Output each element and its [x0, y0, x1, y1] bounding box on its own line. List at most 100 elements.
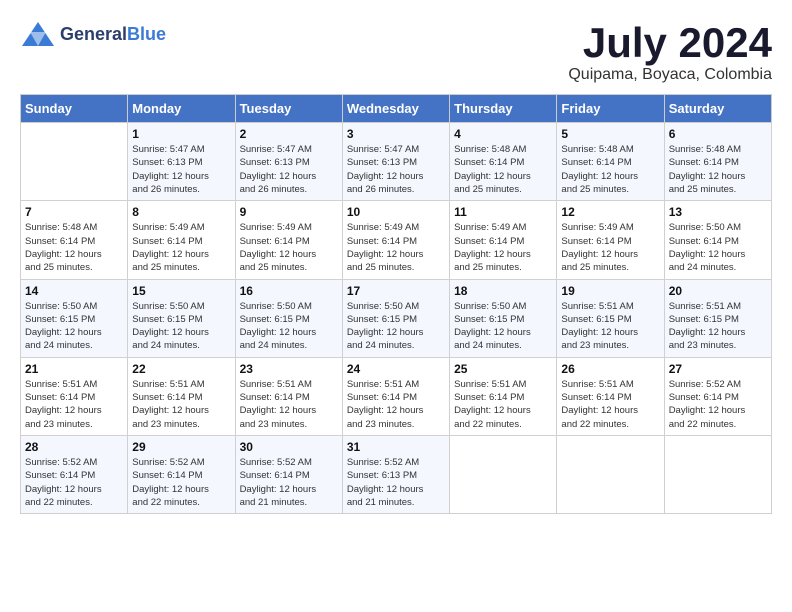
day-number: 30	[240, 440, 338, 454]
page-header: GeneralBlue July 2024 Quipama, Boyaca, C…	[20, 20, 772, 84]
calendar-day-cell: 28 Sunrise: 5:52 AM Sunset: 6:14 PM Dayli…	[21, 435, 128, 513]
calendar-day-cell: 16 Sunrise: 5:50 AM Sunset: 6:15 PM Dayli…	[235, 279, 342, 357]
day-info: Sunrise: 5:47 AM Sunset: 6:13 PM Dayligh…	[240, 143, 338, 196]
header-monday: Monday	[128, 95, 235, 123]
calendar-day-cell: 22Sunrise: 5:51 AM Sunset: 6:14 PM Dayli…	[128, 357, 235, 435]
calendar-week-row: 28 Sunrise: 5:52 AM Sunset: 6:14 PM Dayli…	[21, 435, 772, 513]
calendar-day-cell	[664, 435, 771, 513]
day-info: Sunrise: 5:51 AM Sunset: 6:14 PM Dayligh…	[25, 378, 123, 431]
day-info: Sunrise: 5:49 AM Sunset: 6:14 PM Dayligh…	[561, 221, 659, 274]
logo-general: General	[60, 24, 127, 44]
day-number: 11	[454, 205, 552, 219]
day-number: 15	[132, 284, 230, 298]
calendar-day-cell: 14Sunrise: 5:50 AM Sunset: 6:15 PM Dayli…	[21, 279, 128, 357]
day-info: Sunrise: 5:48 AM Sunset: 6:14 PM Dayligh…	[561, 143, 659, 196]
day-info: Sunrise: 5:52 AM Sunset: 6:14 PM Dayligh…	[669, 378, 767, 431]
calendar-day-cell: 20 Sunrise: 5:51 AM Sunset: 6:15 PM Dayli…	[664, 279, 771, 357]
calendar-header-row: Sunday Monday Tuesday Wednesday Thursday…	[21, 95, 772, 123]
day-info: Sunrise: 5:51 AM Sunset: 6:15 PM Dayligh…	[561, 300, 659, 353]
day-info: Sunrise: 5:50 AM Sunset: 6:15 PM Dayligh…	[240, 300, 338, 353]
day-number: 22	[132, 362, 230, 376]
day-number: 29	[132, 440, 230, 454]
calendar-day-cell: 4Sunrise: 5:48 AM Sunset: 6:14 PM Daylig…	[450, 123, 557, 201]
day-info: Sunrise: 5:52 AM Sunset: 6:14 PM Dayligh…	[25, 456, 123, 509]
day-info: Sunrise: 5:50 AM Sunset: 6:15 PM Dayligh…	[347, 300, 445, 353]
day-info: Sunrise: 5:50 AM Sunset: 6:15 PM Dayligh…	[454, 300, 552, 353]
calendar-day-cell: 15 Sunrise: 5:50 AM Sunset: 6:15 PM Dayli…	[128, 279, 235, 357]
day-number: 23	[240, 362, 338, 376]
day-number: 31	[347, 440, 445, 454]
day-info: Sunrise: 5:49 AM Sunset: 6:14 PM Dayligh…	[240, 221, 338, 274]
calendar-day-cell: 18Sunrise: 5:50 AM Sunset: 6:15 PM Dayli…	[450, 279, 557, 357]
day-info: Sunrise: 5:49 AM Sunset: 6:14 PM Dayligh…	[347, 221, 445, 274]
calendar-day-cell: 21 Sunrise: 5:51 AM Sunset: 6:14 PM Dayli…	[21, 357, 128, 435]
header-saturday: Saturday	[664, 95, 771, 123]
calendar-day-cell: 31 Sunrise: 5:52 AM Sunset: 6:13 PM Dayli…	[342, 435, 449, 513]
day-number: 1	[132, 127, 230, 141]
calendar-week-row: 21 Sunrise: 5:51 AM Sunset: 6:14 PM Dayli…	[21, 357, 772, 435]
calendar-day-cell: 25Sunrise: 5:51 AM Sunset: 6:14 PM Dayli…	[450, 357, 557, 435]
calendar-day-cell: 11 Sunrise: 5:49 AM Sunset: 6:14 PM Dayli…	[450, 201, 557, 279]
calendar-day-cell: 27 Sunrise: 5:52 AM Sunset: 6:14 PM Dayli…	[664, 357, 771, 435]
day-info: Sunrise: 5:49 AM Sunset: 6:14 PM Dayligh…	[454, 221, 552, 274]
calendar-day-cell: 19 Sunrise: 5:51 AM Sunset: 6:15 PM Dayli…	[557, 279, 664, 357]
calendar-day-cell: 24 Sunrise: 5:51 AM Sunset: 6:14 PM Dayli…	[342, 357, 449, 435]
day-info: Sunrise: 5:51 AM Sunset: 6:15 PM Dayligh…	[669, 300, 767, 353]
day-info: Sunrise: 5:51 AM Sunset: 6:14 PM Dayligh…	[240, 378, 338, 431]
day-number: 24	[347, 362, 445, 376]
calendar-day-cell: 7Sunrise: 5:48 AM Sunset: 6:14 PM Daylig…	[21, 201, 128, 279]
day-number: 27	[669, 362, 767, 376]
logo-icon	[20, 20, 56, 48]
day-number: 16	[240, 284, 338, 298]
day-number: 25	[454, 362, 552, 376]
calendar-day-cell: 3 Sunrise: 5:47 AM Sunset: 6:13 PM Daylig…	[342, 123, 449, 201]
calendar-day-cell	[21, 123, 128, 201]
calendar-day-cell	[450, 435, 557, 513]
day-info: Sunrise: 5:48 AM Sunset: 6:14 PM Dayligh…	[669, 143, 767, 196]
day-number: 20	[669, 284, 767, 298]
calendar-day-cell: 6Sunrise: 5:48 AM Sunset: 6:14 PM Daylig…	[664, 123, 771, 201]
day-number: 21	[25, 362, 123, 376]
day-number: 12	[561, 205, 659, 219]
day-info: Sunrise: 5:50 AM Sunset: 6:15 PM Dayligh…	[25, 300, 123, 353]
header-thursday: Thursday	[450, 95, 557, 123]
day-number: 26	[561, 362, 659, 376]
calendar-day-cell: 30Sunrise: 5:52 AM Sunset: 6:14 PM Dayli…	[235, 435, 342, 513]
header-wednesday: Wednesday	[342, 95, 449, 123]
day-number: 10	[347, 205, 445, 219]
day-info: Sunrise: 5:51 AM Sunset: 6:14 PM Dayligh…	[561, 378, 659, 431]
day-number: 8	[132, 205, 230, 219]
header-tuesday: Tuesday	[235, 95, 342, 123]
calendar-week-row: 14Sunrise: 5:50 AM Sunset: 6:15 PM Dayli…	[21, 279, 772, 357]
day-number: 9	[240, 205, 338, 219]
day-number: 17	[347, 284, 445, 298]
day-info: Sunrise: 5:47 AM Sunset: 6:13 PM Dayligh…	[347, 143, 445, 196]
day-info: Sunrise: 5:49 AM Sunset: 6:14 PM Dayligh…	[132, 221, 230, 274]
day-number: 3	[347, 127, 445, 141]
calendar-day-cell: 10 Sunrise: 5:49 AM Sunset: 6:14 PM Dayli…	[342, 201, 449, 279]
location: Quipama, Boyaca, Colombia	[568, 66, 772, 84]
header-sunday: Sunday	[21, 95, 128, 123]
day-info: Sunrise: 5:52 AM Sunset: 6:13 PM Dayligh…	[347, 456, 445, 509]
calendar-day-cell: 12 Sunrise: 5:49 AM Sunset: 6:14 PM Dayli…	[557, 201, 664, 279]
calendar-day-cell: 8 Sunrise: 5:49 AM Sunset: 6:14 PM Daylig…	[128, 201, 235, 279]
day-info: Sunrise: 5:50 AM Sunset: 6:14 PM Dayligh…	[669, 221, 767, 274]
calendar-week-row: 7Sunrise: 5:48 AM Sunset: 6:14 PM Daylig…	[21, 201, 772, 279]
day-info: Sunrise: 5:51 AM Sunset: 6:14 PM Dayligh…	[347, 378, 445, 431]
calendar-day-cell: 17 Sunrise: 5:50 AM Sunset: 6:15 PM Dayli…	[342, 279, 449, 357]
day-number: 28	[25, 440, 123, 454]
calendar-day-cell: 5Sunrise: 5:48 AM Sunset: 6:14 PM Daylig…	[557, 123, 664, 201]
calendar-day-cell: 2 Sunrise: 5:47 AM Sunset: 6:13 PM Daylig…	[235, 123, 342, 201]
calendar-table: Sunday Monday Tuesday Wednesday Thursday…	[20, 94, 772, 514]
month-year: July 2024	[568, 20, 772, 66]
logo-blue: Blue	[127, 24, 166, 44]
calendar-day-cell: 1Sunrise: 5:47 AM Sunset: 6:13 PM Daylig…	[128, 123, 235, 201]
day-number: 7	[25, 205, 123, 219]
day-number: 13	[669, 205, 767, 219]
day-number: 19	[561, 284, 659, 298]
title-block: July 2024 Quipama, Boyaca, Colombia	[568, 20, 772, 84]
day-info: Sunrise: 5:50 AM Sunset: 6:15 PM Dayligh…	[132, 300, 230, 353]
day-number: 2	[240, 127, 338, 141]
day-number: 4	[454, 127, 552, 141]
calendar-day-cell	[557, 435, 664, 513]
